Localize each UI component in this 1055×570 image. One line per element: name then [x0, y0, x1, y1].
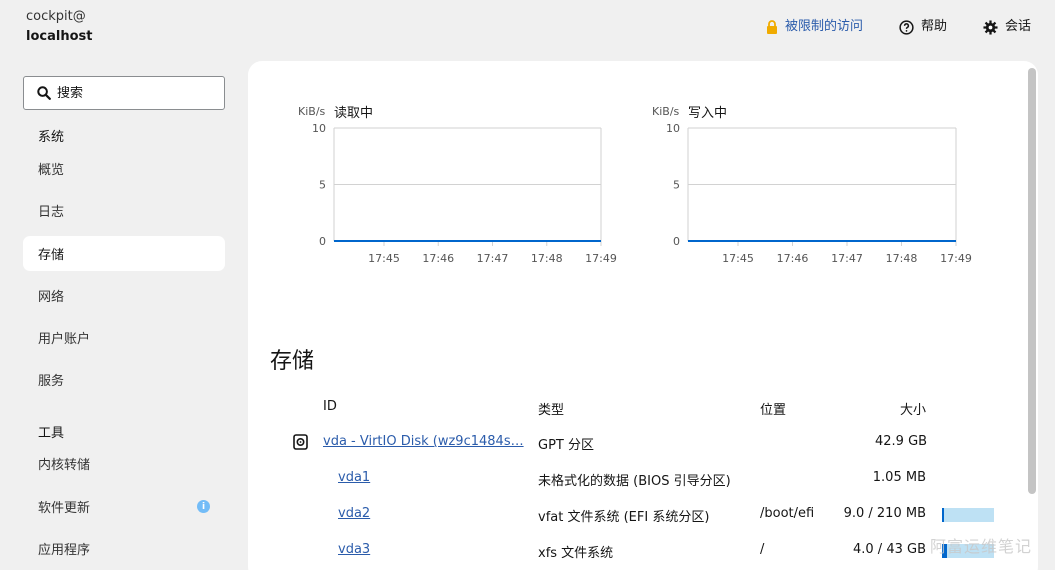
nav-item-kdump[interactable]: 内核转储 [23, 446, 225, 481]
x-tick-label: 17:45 [722, 252, 754, 265]
partition-type: vfat 文件系统 (EFI 系统分区) [538, 510, 710, 525]
storage-card: KiB/s 读取中 10 5 0 17:45 17:46 17:47 17:48 17:49 … [248, 61, 1038, 570]
partition-link-vda3[interactable]: vda3 [338, 542, 370, 557]
lock-icon [766, 20, 778, 34]
watermark: 阿富运维笔记 [930, 537, 1033, 556]
disk-icon [293, 434, 308, 454]
y-tick-label: 5 [673, 179, 680, 192]
nav-item-services[interactable]: 服务 [23, 362, 225, 397]
x-tick-label: 17:46 [777, 252, 809, 265]
info-icon: i [197, 500, 210, 513]
partition-type: 未格式化的数据 (BIOS 引导分区) [538, 474, 731, 489]
help-button[interactable]: 帮助 [899, 16, 947, 38]
column-header-id: ID [323, 399, 337, 414]
search-icon [37, 86, 51, 100]
nav-item-logs[interactable]: 日志 [23, 193, 225, 228]
column-header-location: 位置 [760, 403, 787, 418]
host-name: localhost [26, 29, 93, 44]
top-bar: 被限制的访问 帮助 会话 [730, 16, 1031, 38]
partition-link-vda2[interactable]: vda2 [338, 506, 370, 521]
system-section-label: 系统 [38, 130, 65, 145]
partition-size: 9.0 / 210 MB [843, 506, 926, 521]
disk-type: GPT 分区 [538, 438, 594, 453]
nav-item-storage[interactable]: 存储 [23, 236, 225, 271]
host-user: cockpit@ [26, 9, 86, 24]
storage-heading: 存储 [270, 349, 315, 374]
nav-item-networking[interactable]: 网络 [23, 278, 225, 313]
limited-access-button[interactable]: 被限制的访问 [766, 16, 863, 38]
column-header-size: 大小 [900, 403, 927, 418]
search-box[interactable] [23, 76, 225, 110]
limited-access-label: 被限制的访问 [784, 19, 863, 34]
session-button[interactable]: 会话 [983, 16, 1031, 38]
write-chart-plot: 10 5 0 17:45 17:46 17:47 17:48 17:49 [666, 122, 972, 265]
x-tick-label: 17:48 [886, 252, 918, 265]
partition-size: 1.05 MB [872, 470, 926, 485]
y-tick-label: 0 [673, 235, 680, 248]
partition-location: / [760, 542, 765, 557]
disk-link-vda[interactable]: vda - VirtIO Disk (wz9c1484s… [323, 434, 524, 449]
help-icon [899, 19, 914, 35]
nav-item-software-updates-label: 软件更新 [38, 501, 91, 516]
x-tick-label: 17:49 [940, 252, 972, 265]
search-input[interactable] [57, 85, 207, 101]
x-tick-label: 17:47 [831, 252, 863, 265]
nav-item-accounts[interactable]: 用户账户 [23, 320, 225, 355]
nav-item-overview[interactable]: 概览 [23, 151, 225, 186]
session-label: 会话 [1004, 19, 1031, 34]
scrollbar[interactable] [1028, 68, 1036, 494]
y-tick-label: 10 [666, 122, 680, 135]
partition-size: 4.0 / 43 GB [853, 542, 926, 557]
help-label: 帮助 [920, 19, 947, 34]
nav-item-software-updates[interactable]: 软件更新 i [23, 489, 225, 524]
usage-bar [942, 508, 994, 522]
column-header-type: 类型 [538, 403, 565, 418]
partition-link-vda1[interactable]: vda1 [338, 470, 370, 485]
nav-item-applications[interactable]: 应用程序 [23, 531, 225, 566]
disk-size: 42.9 GB [875, 434, 928, 449]
host-info[interactable]: cockpit@ localhost [26, 8, 92, 46]
gear-icon [983, 19, 998, 35]
tools-section-label: 工具 [38, 426, 65, 441]
partition-type: xfs 文件系统 [538, 546, 614, 561]
partition-location: /boot/efi [760, 506, 815, 521]
